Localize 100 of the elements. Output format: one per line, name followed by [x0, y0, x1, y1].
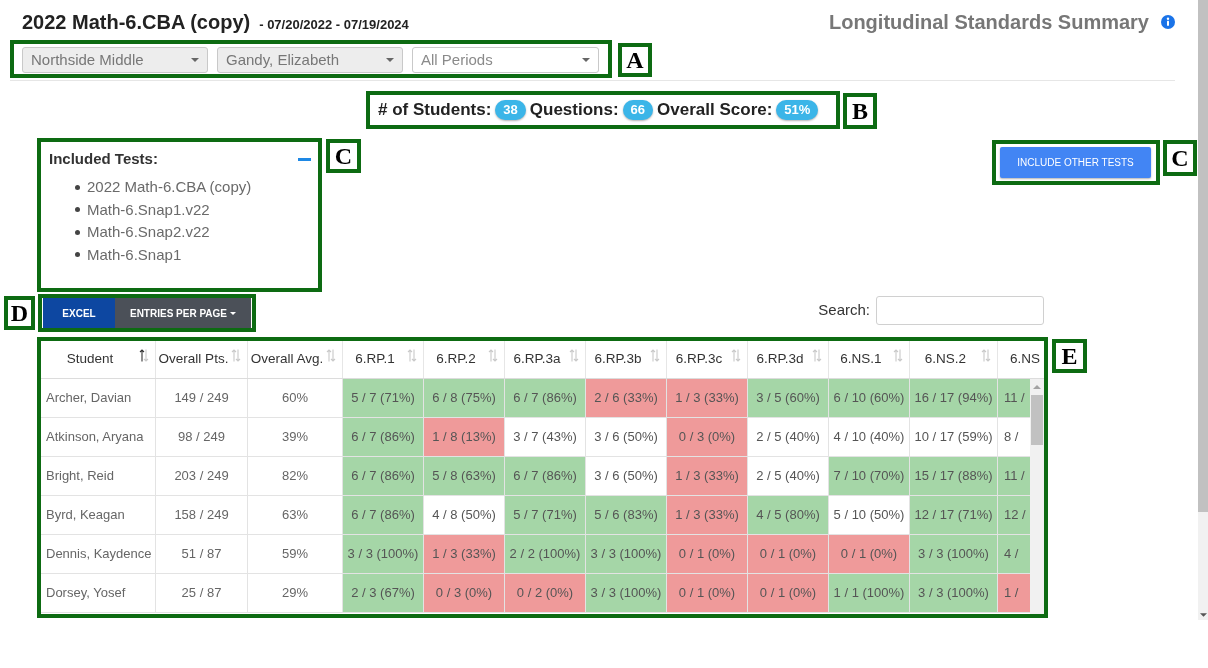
table-cell: 1 / 1 (100%): [829, 574, 910, 613]
table-cell: 5 / 10 (50%): [829, 496, 910, 535]
excel-button[interactable]: EXCEL: [43, 298, 115, 328]
column-header[interactable]: 6.NS.2: [910, 341, 998, 378]
scrollbar-thumb[interactable]: [1198, 0, 1208, 512]
table-cell: 3 / 3 (100%): [586, 535, 667, 574]
table-cell: 2 / 5 (40%): [748, 457, 829, 496]
table-cell: 16 / 17 (94%): [910, 379, 998, 418]
test-name: Math-6.Snap2.v22: [87, 222, 210, 242]
table-cell: 2 / 2 (100%): [505, 535, 586, 574]
scroll-down-icon[interactable]: [1199, 613, 1207, 617]
select-field[interactable]: All Periods: [412, 47, 599, 73]
caret-icon: [386, 58, 394, 62]
table-cell: 7 / 10 (70%): [829, 457, 910, 496]
table-cell: 3 / 3 (100%): [910, 574, 998, 613]
panel-title: Included Tests:: [49, 148, 158, 169]
table-cell: 2 / 6 (33%): [586, 379, 667, 418]
table-cell: 15 / 17 (88%): [910, 457, 998, 496]
annotation-label: B: [843, 93, 877, 129]
column-header[interactable]: 6.RP.3d: [748, 341, 829, 378]
table-cell: Atkinson, Aryana: [41, 418, 156, 457]
annotation-label: A: [618, 43, 652, 77]
column-header[interactable]: 6.RP.3a: [505, 341, 586, 378]
annotation-label: D: [4, 296, 35, 330]
bullet-icon: [75, 184, 80, 190]
table-cell: 5 / 7 (71%): [343, 379, 424, 418]
table-cell: 149 / 249: [156, 379, 248, 418]
table-cell: 3 / 6 (50%): [586, 457, 667, 496]
info-icon[interactable]: [1161, 15, 1175, 29]
report-title: 2022 Math-6.CBA (copy): [22, 9, 251, 34]
bullet-icon: [75, 252, 80, 258]
table-cell: 1 / 3 (33%): [667, 457, 748, 496]
entries-per-page-button[interactable]: ENTRIES PER PAGE: [115, 298, 251, 328]
table-cell: Dorsey, Yosef: [41, 574, 156, 613]
caret-icon: [582, 58, 590, 62]
table-cell: 3 / 3 (100%): [910, 535, 998, 574]
table-cell: 0 / 1 (0%): [748, 574, 829, 613]
table-cell: 4 /: [998, 535, 1030, 574]
scrollbar[interactable]: [1030, 379, 1044, 614]
column-header[interactable]: Overall Avg.: [248, 341, 343, 378]
table-cell: 3 / 7 (43%): [505, 418, 586, 457]
table-cell: 11 /: [998, 457, 1030, 496]
include-tests-button[interactable]: INCLUDE OTHER TESTS: [1000, 147, 1151, 178]
summary-label: # of Students:: [378, 99, 492, 122]
table-cell: 3 / 5 (60%): [748, 379, 829, 418]
table-cell: Dennis, Kaydence: [41, 535, 156, 574]
table-cell: 1 / 3 (33%): [667, 496, 748, 535]
bullet-icon: [75, 229, 80, 235]
column-header[interactable]: 6.RP.1: [343, 341, 424, 378]
date-range: - 07/20/2022 - 07/19/2024: [259, 15, 409, 34]
column-header[interactable]: 6.RP.3c: [667, 341, 748, 378]
table-cell: 6 / 8 (75%): [424, 379, 505, 418]
table-cell: 4 / 10 (40%): [829, 418, 910, 457]
table-cell: 6 / 7 (86%): [505, 457, 586, 496]
bullet-icon: [75, 207, 80, 213]
table-cell: 5 / 7 (71%): [505, 496, 586, 535]
table-cell: 5 / 6 (83%): [586, 496, 667, 535]
table-cell: 4 / 8 (50%): [424, 496, 505, 535]
search-label: Search:: [818, 300, 870, 321]
table-cell: 3 / 3 (100%): [343, 535, 424, 574]
table-cell: 2 / 3 (67%): [343, 574, 424, 613]
table-cell: 51 / 87: [156, 535, 248, 574]
table-cell: 203 / 249: [156, 457, 248, 496]
table-cell: 12 /: [998, 496, 1030, 535]
column-header[interactable]: 6.NS: [998, 341, 1044, 378]
table-cell: 12 / 17 (71%): [910, 496, 998, 535]
table-cell: 0 / 3 (0%): [424, 574, 505, 613]
count-badge: 66: [622, 100, 654, 120]
table-cell: 0 / 1 (0%): [748, 535, 829, 574]
column-header[interactable]: 6.RP.3b: [586, 341, 667, 378]
table-cell: 1 /: [998, 574, 1030, 613]
summary-label: Questions:: [529, 99, 619, 122]
table-cell: 98 / 249: [156, 418, 248, 457]
column-header[interactable]: Overall Pts.: [156, 341, 248, 378]
table-cell: 6 / 7 (86%): [343, 418, 424, 457]
annotation-label: C: [326, 139, 361, 173]
minus-icon[interactable]: [298, 157, 311, 161]
test-name: Math-6.Snap1: [87, 244, 182, 265]
caret-icon: [191, 58, 199, 62]
search-field[interactable]: [876, 296, 1044, 325]
column-header[interactable]: 6.RP.2: [424, 341, 505, 378]
table-cell: 3 / 6 (50%): [586, 418, 667, 457]
table-cell: 6 / 7 (86%): [343, 496, 424, 535]
table-cell: 6 / 10 (60%): [829, 379, 910, 418]
table-cell: 1 / 8 (13%): [424, 418, 505, 457]
count-badge: 38: [495, 100, 526, 120]
column-header[interactable]: 6.NS.1: [829, 341, 910, 378]
test-name: 2022 Math-6.CBA (copy): [87, 177, 252, 197]
scrollbar-thumb[interactable]: [1031, 395, 1043, 445]
count-badge: 51%: [776, 100, 819, 120]
table-cell: 0 / 1 (0%): [829, 535, 910, 574]
table-cell: 6 / 7 (86%): [505, 379, 586, 418]
test-name: Math-6.Snap1.v22: [87, 199, 210, 220]
table-cell: 2 / 5 (40%): [748, 418, 829, 457]
column-header[interactable]: Student: [41, 341, 156, 378]
table-cell: 0 / 3 (0%): [667, 418, 748, 457]
table-cell: Bright, Reid: [41, 457, 156, 496]
page-scrollbar[interactable]: [1198, 0, 1208, 620]
scroll-up-icon[interactable]: [1033, 385, 1041, 389]
annotation-label: E: [1052, 339, 1087, 373]
